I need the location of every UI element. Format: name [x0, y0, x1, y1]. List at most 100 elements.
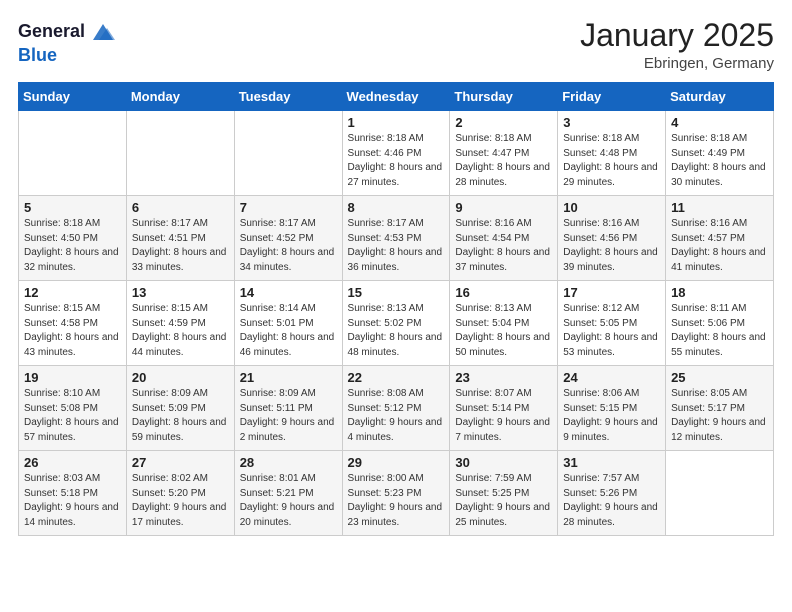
day-info: Sunrise: 8:18 AMSunset: 4:46 PMDaylight:…: [348, 132, 445, 190]
day-cell: 18 Sunrise: 8:11 AMSunset: 5:06 PMDayligh…: [666, 281, 774, 366]
day-cell: [666, 451, 774, 536]
weekday-header-monday: Monday: [126, 83, 234, 111]
day-info: Sunrise: 8:16 AMSunset: 4:57 PMDaylight:…: [671, 217, 768, 275]
day-cell: 31 Sunrise: 7:57 AMSunset: 5:26 PMDayligh…: [558, 451, 666, 536]
day-cell: 30 Sunrise: 7:59 AMSunset: 5:25 PMDayligh…: [450, 451, 558, 536]
week-row-1: 1 Sunrise: 8:18 AMSunset: 4:46 PMDaylight…: [19, 111, 774, 196]
day-number: 11: [671, 200, 768, 215]
day-cell: [126, 111, 234, 196]
header-row: SundayMondayTuesdayWednesdayThursdayFrid…: [19, 83, 774, 111]
logo: General Blue: [18, 18, 117, 66]
day-cell: 5Sunrise: 8:18 AMSunset: 4:50 PMDaylight…: [19, 196, 127, 281]
weekday-header-sunday: Sunday: [19, 83, 127, 111]
day-cell: 14 Sunrise: 8:14 AMSunset: 5:01 PMDayligh…: [234, 281, 342, 366]
day-number: 6: [132, 200, 229, 215]
day-number: 31: [563, 455, 660, 470]
week-row-4: 19 Sunrise: 8:10 AMSunset: 5:08 PMDayligh…: [19, 366, 774, 451]
day-info: Sunrise: 8:15 AMSunset: 4:58 PMDaylight:…: [24, 302, 121, 360]
day-cell: 27Sunrise: 8:02 AMSunset: 5:20 PMDayligh…: [126, 451, 234, 536]
weekday-header-wednesday: Wednesday: [342, 83, 450, 111]
day-number: 5: [24, 200, 121, 215]
location-title: Ebringen, Germany: [580, 55, 774, 72]
week-row-3: 12 Sunrise: 8:15 AMSunset: 4:58 PMDayligh…: [19, 281, 774, 366]
day-number: 10: [563, 200, 660, 215]
weekday-header-saturday: Saturday: [666, 83, 774, 111]
header: General Blue January 2025 Ebringen, Germ…: [18, 18, 774, 72]
day-number: 18: [671, 285, 768, 300]
day-number: 25: [671, 370, 768, 385]
day-info: Sunrise: 8:15 AMSunset: 4:59 PMDaylight:…: [132, 302, 229, 360]
day-cell: 28Sunrise: 8:01 AMSunset: 5:21 PMDayligh…: [234, 451, 342, 536]
day-info: Sunrise: 8:03 AMSunset: 5:18 PMDaylight:…: [24, 472, 121, 530]
day-info: Sunrise: 8:17 AMSunset: 4:51 PMDaylight:…: [132, 217, 229, 275]
day-info: Sunrise: 8:13 AMSunset: 5:04 PMDaylight:…: [455, 302, 552, 360]
day-number: 30: [455, 455, 552, 470]
day-cell: 3 Sunrise: 8:18 AMSunset: 4:48 PMDaylight…: [558, 111, 666, 196]
day-number: 15: [348, 285, 445, 300]
day-info: Sunrise: 8:16 AMSunset: 4:56 PMDaylight:…: [563, 217, 660, 275]
day-number: 21: [240, 370, 337, 385]
day-cell: 19 Sunrise: 8:10 AMSunset: 5:08 PMDayligh…: [19, 366, 127, 451]
day-info: Sunrise: 8:11 AMSunset: 5:06 PMDaylight:…: [671, 302, 768, 360]
calendar-table: SundayMondayTuesdayWednesdayThursdayFrid…: [18, 82, 774, 536]
day-info: Sunrise: 7:59 AMSunset: 5:25 PMDaylight:…: [455, 472, 552, 530]
week-row-2: 5Sunrise: 8:18 AMSunset: 4:50 PMDaylight…: [19, 196, 774, 281]
day-info: Sunrise: 8:18 AMSunset: 4:47 PMDaylight:…: [455, 132, 552, 190]
day-info: Sunrise: 8:07 AMSunset: 5:14 PMDaylight:…: [455, 387, 552, 445]
day-number: 9: [455, 200, 552, 215]
day-info: Sunrise: 8:06 AMSunset: 5:15 PMDaylight:…: [563, 387, 660, 445]
day-cell: 13 Sunrise: 8:15 AMSunset: 4:59 PMDayligh…: [126, 281, 234, 366]
day-number: 29: [348, 455, 445, 470]
day-info: Sunrise: 8:17 AMSunset: 4:52 PMDaylight:…: [240, 217, 337, 275]
day-cell: 25 Sunrise: 8:05 AMSunset: 5:17 PMDayligh…: [666, 366, 774, 451]
day-number: 19: [24, 370, 121, 385]
day-info: Sunrise: 8:00 AMSunset: 5:23 PMDaylight:…: [348, 472, 445, 530]
day-info: Sunrise: 8:18 AMSunset: 4:49 PMDaylight:…: [671, 132, 768, 190]
day-info: Sunrise: 8:14 AMSunset: 5:01 PMDaylight:…: [240, 302, 337, 360]
day-number: 22: [348, 370, 445, 385]
day-info: Sunrise: 7:57 AMSunset: 5:26 PMDaylight:…: [563, 472, 660, 530]
page: General Blue January 2025 Ebringen, Germ…: [0, 0, 792, 612]
day-number: 17: [563, 285, 660, 300]
day-cell: 8 Sunrise: 8:17 AMSunset: 4:53 PMDaylight…: [342, 196, 450, 281]
day-info: Sunrise: 8:02 AMSunset: 5:20 PMDaylight:…: [132, 472, 229, 530]
day-cell: 1 Sunrise: 8:18 AMSunset: 4:46 PMDaylight…: [342, 111, 450, 196]
day-cell: 11 Sunrise: 8:16 AMSunset: 4:57 PMDayligh…: [666, 196, 774, 281]
day-cell: [19, 111, 127, 196]
day-info: Sunrise: 8:10 AMSunset: 5:08 PMDaylight:…: [24, 387, 121, 445]
day-cell: 7 Sunrise: 8:17 AMSunset: 4:52 PMDaylight…: [234, 196, 342, 281]
day-info: Sunrise: 8:12 AMSunset: 5:05 PMDaylight:…: [563, 302, 660, 360]
day-info: Sunrise: 8:16 AMSunset: 4:54 PMDaylight:…: [455, 217, 552, 275]
day-info: Sunrise: 8:05 AMSunset: 5:17 PMDaylight:…: [671, 387, 768, 445]
day-number: 3: [563, 115, 660, 130]
day-number: 12: [24, 285, 121, 300]
weekday-header-friday: Friday: [558, 83, 666, 111]
day-cell: 10 Sunrise: 8:16 AMSunset: 4:56 PMDayligh…: [558, 196, 666, 281]
weekday-header-thursday: Thursday: [450, 83, 558, 111]
day-cell: 20Sunrise: 8:09 AMSunset: 5:09 PMDayligh…: [126, 366, 234, 451]
day-info: Sunrise: 8:09 AMSunset: 5:11 PMDaylight:…: [240, 387, 337, 445]
day-cell: 16Sunrise: 8:13 AMSunset: 5:04 PMDayligh…: [450, 281, 558, 366]
day-cell: [234, 111, 342, 196]
day-cell: 17 Sunrise: 8:12 AMSunset: 5:05 PMDayligh…: [558, 281, 666, 366]
day-number: 14: [240, 285, 337, 300]
day-cell: 12 Sunrise: 8:15 AMSunset: 4:58 PMDayligh…: [19, 281, 127, 366]
day-number: 20: [132, 370, 229, 385]
day-info: Sunrise: 8:17 AMSunset: 4:53 PMDaylight:…: [348, 217, 445, 275]
day-cell: 21 Sunrise: 8:09 AMSunset: 5:11 PMDayligh…: [234, 366, 342, 451]
day-info: Sunrise: 8:18 AMSunset: 4:48 PMDaylight:…: [563, 132, 660, 190]
day-cell: 15 Sunrise: 8:13 AMSunset: 5:02 PMDayligh…: [342, 281, 450, 366]
day-cell: 4Sunrise: 8:18 AMSunset: 4:49 PMDaylight…: [666, 111, 774, 196]
day-number: 7: [240, 200, 337, 215]
day-number: 2: [455, 115, 552, 130]
day-number: 8: [348, 200, 445, 215]
day-number: 23: [455, 370, 552, 385]
logo-icon: [89, 18, 117, 46]
day-cell: 26Sunrise: 8:03 AMSunset: 5:18 PMDayligh…: [19, 451, 127, 536]
day-info: Sunrise: 8:13 AMSunset: 5:02 PMDaylight:…: [348, 302, 445, 360]
day-number: 13: [132, 285, 229, 300]
day-number: 1: [348, 115, 445, 130]
month-title: January 2025: [580, 18, 774, 53]
day-cell: 29 Sunrise: 8:00 AMSunset: 5:23 PMDayligh…: [342, 451, 450, 536]
logo-text: General: [18, 22, 85, 42]
